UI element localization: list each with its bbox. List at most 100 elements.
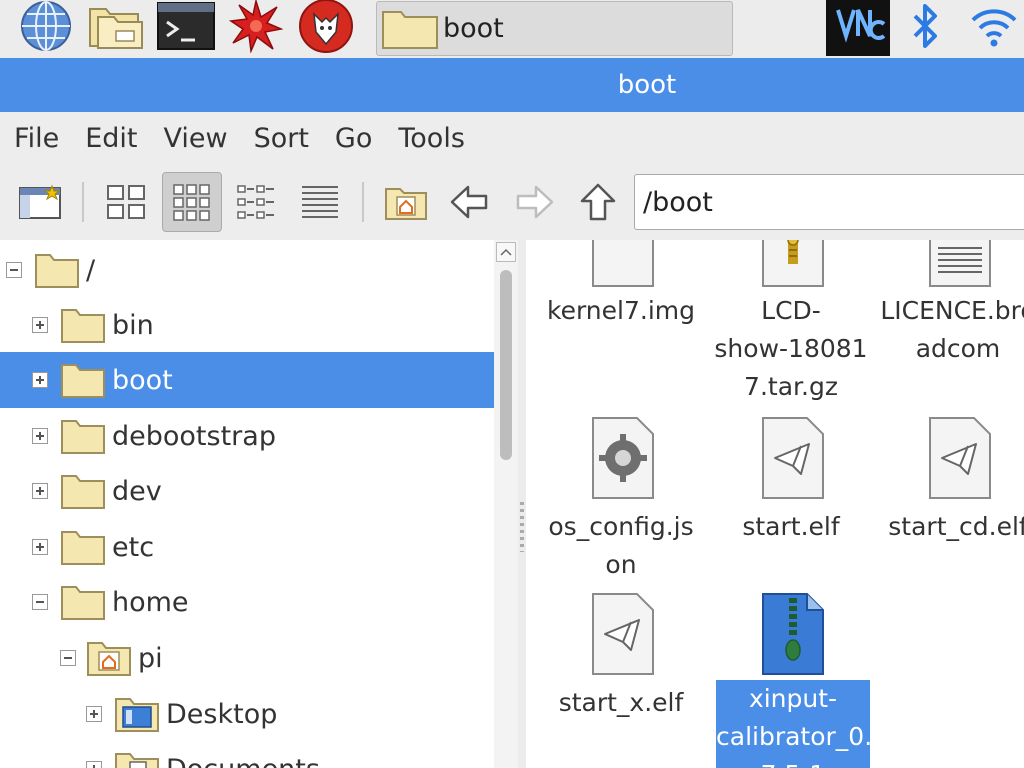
expand-icon[interactable] bbox=[86, 706, 102, 722]
up-arrow-icon bbox=[580, 183, 616, 221]
tree-item-boot[interactable]: boot bbox=[0, 352, 494, 408]
icon-view-button[interactable] bbox=[96, 172, 156, 232]
scrollbar-thumb[interactable] bbox=[500, 270, 512, 460]
toolbar: /boot bbox=[0, 164, 1024, 240]
blank-file-icon bbox=[592, 240, 654, 287]
menubar: File Edit View Sort Go Tools bbox=[0, 112, 1024, 164]
tree-item-desktop[interactable]: Desktop bbox=[0, 686, 494, 742]
expand-icon[interactable] bbox=[32, 428, 48, 444]
wolfram-icon[interactable] bbox=[296, 0, 356, 53]
tree-item-label: Documents bbox=[166, 754, 320, 768]
toolbar-separator bbox=[362, 182, 364, 222]
home-folder-icon bbox=[87, 642, 131, 676]
file-manager-icon[interactable] bbox=[86, 0, 146, 52]
archive-file-icon bbox=[762, 240, 824, 287]
tree-item-dev[interactable]: dev bbox=[0, 463, 494, 519]
file-name: xinput- bbox=[716, 680, 870, 718]
tree-item-label: boot bbox=[112, 364, 173, 396]
taskbar: boot bbox=[0, 0, 1024, 58]
tree-item-label: pi bbox=[138, 642, 163, 674]
tree-item-label: / bbox=[86, 254, 96, 286]
list-view-icon bbox=[237, 185, 274, 219]
thumbnail-view-button[interactable] bbox=[162, 172, 222, 232]
terminal-icon[interactable] bbox=[156, 0, 216, 52]
executable-file-icon bbox=[592, 593, 654, 675]
new-window-icon bbox=[19, 184, 61, 219]
file-name: on bbox=[605, 550, 637, 579]
tree-item-root[interactable]: / bbox=[0, 242, 494, 298]
back-arrow-icon bbox=[450, 185, 488, 219]
menu-sort[interactable]: Sort bbox=[254, 123, 309, 154]
window-title: boot bbox=[617, 70, 677, 100]
collapse-icon[interactable] bbox=[60, 650, 76, 666]
folder-icon bbox=[61, 364, 105, 398]
tree-item-label: Desktop bbox=[166, 698, 278, 730]
file-name: LCD- bbox=[761, 296, 821, 325]
location-bar[interactable]: /boot bbox=[634, 174, 1024, 230]
collapse-icon[interactable] bbox=[32, 594, 48, 610]
executable-file-icon bbox=[762, 417, 824, 499]
tree-item-label: home bbox=[112, 586, 189, 618]
up-button[interactable] bbox=[568, 172, 628, 232]
folder-icon bbox=[61, 309, 105, 343]
expand-icon[interactable] bbox=[32, 539, 48, 555]
home-folder-icon bbox=[385, 188, 427, 220]
tree-item-documents[interactable]: Documents bbox=[0, 741, 494, 768]
splitter-grip bbox=[520, 502, 524, 552]
tree-item-pi[interactable]: pi bbox=[0, 630, 494, 686]
documents-folder-icon bbox=[115, 753, 159, 768]
location-path: /boot bbox=[643, 186, 713, 218]
menu-tools[interactable]: Tools bbox=[398, 123, 465, 154]
home-button[interactable] bbox=[376, 172, 436, 232]
menu-file[interactable]: File bbox=[14, 123, 59, 154]
folder-icon bbox=[61, 420, 105, 454]
tree-item-label: etc bbox=[112, 531, 155, 563]
detailed-list-icon bbox=[302, 186, 338, 218]
folder-icon bbox=[382, 10, 438, 49]
bluetooth-icon[interactable] bbox=[896, 0, 956, 52]
forward-arrow-icon bbox=[516, 185, 554, 219]
executable-file-icon bbox=[929, 417, 991, 499]
detailed-list-view-button[interactable] bbox=[290, 172, 350, 232]
compact-view-icon bbox=[173, 184, 210, 221]
taskbar-window-button[interactable]: boot bbox=[376, 1, 733, 56]
folder-icon bbox=[61, 531, 105, 565]
scroll-up-button[interactable] bbox=[496, 242, 516, 262]
icon-view-icon bbox=[107, 185, 145, 219]
folder-icon bbox=[35, 254, 79, 288]
expand-icon[interactable] bbox=[86, 761, 102, 768]
browser-globe-icon[interactable] bbox=[16, 0, 76, 52]
window-titlebar[interactable]: boot bbox=[0, 58, 1024, 112]
mathematica-icon[interactable] bbox=[226, 0, 286, 53]
package-file-icon bbox=[762, 593, 824, 675]
desktop-folder-icon bbox=[115, 698, 159, 732]
file-name: start_cd.elf bbox=[888, 512, 1024, 541]
directory-tree: / bin boot debootstrap dev etc home pi D… bbox=[0, 240, 494, 768]
file-name: start.elf bbox=[742, 512, 840, 541]
tree-item-label: bin bbox=[112, 309, 154, 341]
file-name: kernel7.img bbox=[547, 296, 695, 325]
collapse-icon[interactable] bbox=[6, 262, 22, 278]
toolbar-separator bbox=[82, 182, 84, 222]
tree-scrollbar[interactable] bbox=[494, 240, 518, 768]
wifi-icon[interactable] bbox=[964, 0, 1024, 52]
file-name: os_config.js bbox=[548, 512, 694, 541]
tree-item-debootstrap[interactable]: debootstrap bbox=[0, 408, 494, 464]
menu-view[interactable]: View bbox=[163, 123, 227, 154]
expand-icon[interactable] bbox=[32, 483, 48, 499]
compact-list-view-button[interactable] bbox=[226, 172, 286, 232]
tree-item-home[interactable]: home bbox=[0, 574, 494, 630]
back-button[interactable] bbox=[440, 172, 500, 232]
vnc-icon[interactable] bbox=[826, 0, 890, 56]
forward-button[interactable] bbox=[504, 172, 564, 232]
pane-splitter[interactable] bbox=[518, 240, 526, 768]
expand-icon[interactable] bbox=[32, 372, 48, 388]
file-name: adcom bbox=[915, 334, 1001, 363]
tree-item-label: debootstrap bbox=[112, 420, 276, 452]
menu-edit[interactable]: Edit bbox=[85, 123, 137, 154]
new-window-button[interactable] bbox=[10, 172, 70, 232]
expand-icon[interactable] bbox=[32, 317, 48, 333]
tree-item-etc[interactable]: etc bbox=[0, 519, 494, 575]
tree-item-bin[interactable]: bin bbox=[0, 297, 494, 353]
menu-go[interactable]: Go bbox=[335, 123, 372, 154]
